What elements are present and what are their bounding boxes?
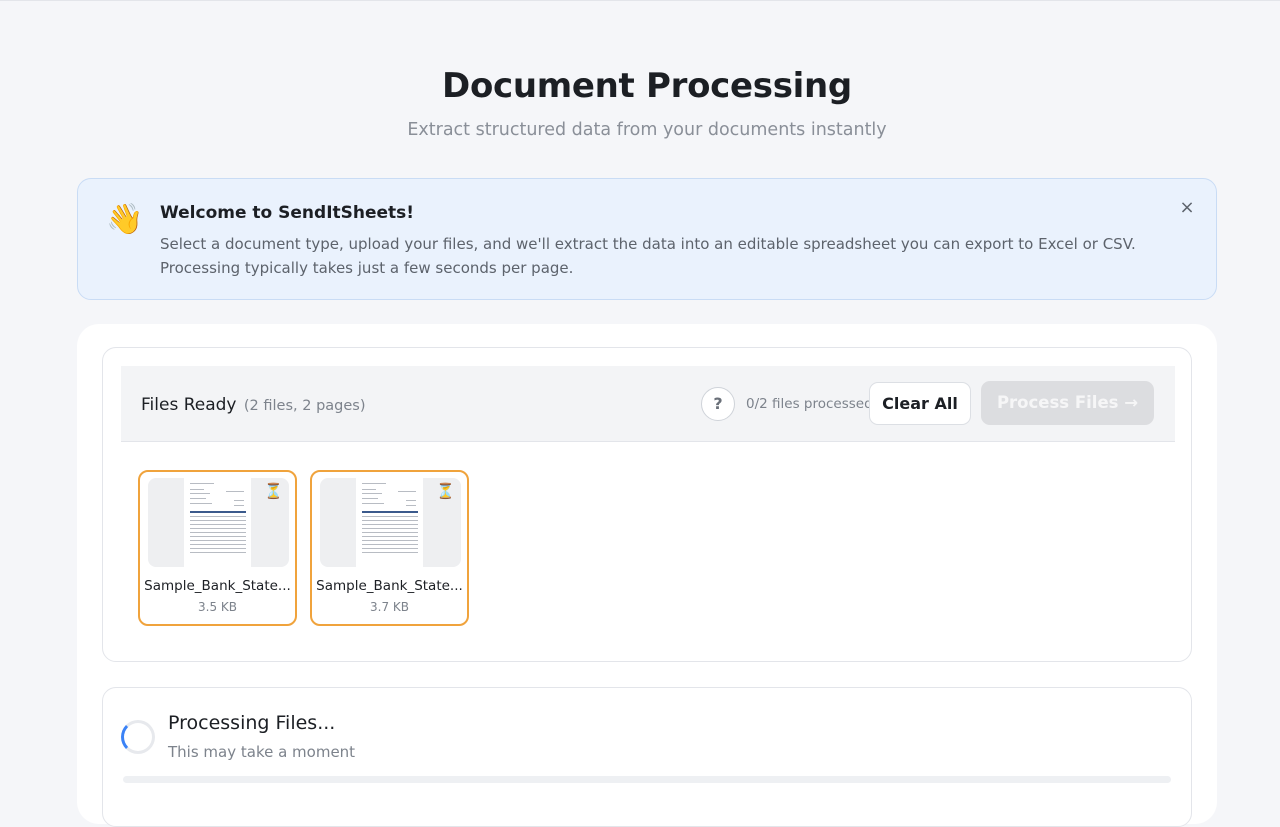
page-subtitle: Extract structured data from your docume… [407,120,887,140]
page-title: Document Processing [442,66,852,106]
file-thumbnail: ⏳ [320,478,461,567]
file-card[interactable]: ⏳ Sample_Bank_State... 3.5 KB [138,470,297,626]
files-title: Files Ready (2 files, 2 pages) [141,395,366,415]
top-divider [0,0,1280,1]
file-card[interactable]: ⏳ Sample_Bank_State... 3.7 KB [310,470,469,626]
processing-panel: Processing Files... This may take a mome… [102,687,1192,827]
processed-count: 0/2 files processed [746,396,873,412]
process-files-button[interactable]: Process Files → [981,381,1154,425]
hourglass-icon: ⏳ [436,482,455,500]
files-summary: (2 files, 2 pages) [243,398,366,414]
processing-title: Processing Files... [168,712,336,734]
close-icon[interactable]: × [1176,197,1198,219]
hourglass-icon: ⏳ [264,482,283,500]
files-panel: Files Ready (2 files, 2 pages) ? 0/2 fil… [102,347,1192,662]
file-size: 3.7 KB [370,600,409,614]
files-header: Files Ready (2 files, 2 pages) ? 0/2 fil… [121,366,1175,442]
document-preview [356,478,423,567]
loading-spinner-icon [121,720,155,754]
help-button[interactable]: ? [701,387,735,421]
welcome-title: Welcome to SendItSheets! [160,203,415,223]
waving-hand-icon: 👋 [106,202,144,237]
progress-bar [123,776,1171,783]
file-name: Sample_Bank_State... [144,578,291,594]
page-header: Document Processing Extract structured d… [0,66,1280,140]
file-size: 3.5 KB [198,600,237,614]
welcome-message: Select a document type, upload your file… [160,235,1136,277]
processing-subtitle: This may take a moment [168,743,356,761]
welcome-banner: 👋 Welcome to SendItSheets! Select a docu… [77,178,1217,300]
file-thumbnail: ⏳ [148,478,289,567]
document-preview [184,478,251,567]
main-card: Files Ready (2 files, 2 pages) ? 0/2 fil… [77,324,1217,827]
file-name: Sample_Bank_State... [316,578,463,594]
clear-all-button[interactable]: Clear All [869,382,971,425]
files-title-label: Files Ready [141,395,237,415]
